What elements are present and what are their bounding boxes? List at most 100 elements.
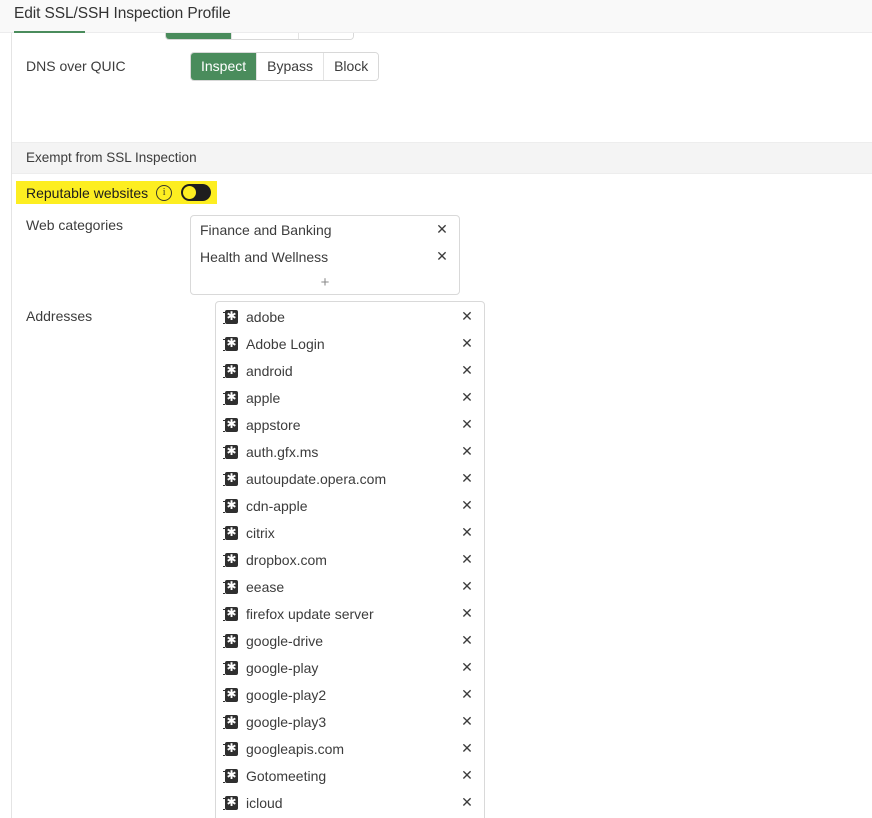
clipped-segmented-control[interactable]: Inspect Bypass Block	[165, 33, 355, 40]
close-icon[interactable]: ✕	[435, 250, 449, 264]
list-item[interactable]: ✱ android ✕	[216, 357, 484, 384]
address-book-icon: ✱	[223, 308, 238, 324]
list-item[interactable]: ✱ adobe ✕	[216, 303, 484, 330]
address-name: google-play3	[246, 713, 327, 730]
address-book-icon: ✱	[223, 605, 238, 621]
reputable-websites-label: Reputable websites	[26, 184, 149, 201]
web-category-name: Health and Wellness	[200, 248, 329, 265]
segmented-control[interactable]: Inspect Bypass Block	[165, 33, 355, 40]
list-item[interactable]: ✱ Adobe Login ✕	[216, 330, 484, 357]
address-name: google-play	[246, 659, 319, 676]
address-name: adobe	[246, 308, 285, 325]
addresses-box-wrap: ✱ adobe ✕ ✱ Adobe Login ✕ ✱ android ✕ ✱ apple ✕ ✱ app…	[215, 301, 485, 818]
list-item[interactable]: ✱ citrix ✕	[216, 519, 484, 546]
web-categories-box[interactable]: Finance and Banking ✕ Health and Wellnes…	[190, 215, 460, 295]
list-item[interactable]: ✱ Gotomeeting ✕	[216, 762, 484, 789]
row-dns-over-quic: DNS over QUIC Inspect Bypass Block	[0, 52, 872, 81]
address-book-icon: ✱	[223, 443, 238, 459]
address-name: google-play2	[246, 686, 327, 703]
list-item[interactable]: Finance and Banking ✕	[191, 216, 459, 243]
list-item[interactable]: ✱ google-play ✕	[216, 654, 484, 681]
close-icon[interactable]: ✕	[460, 553, 474, 567]
address-name: appstore	[246, 416, 301, 433]
close-icon[interactable]: ✕	[460, 310, 474, 324]
info-icon[interactable]: i	[156, 184, 173, 201]
dns-segment-inspect[interactable]: Inspect	[191, 53, 257, 80]
close-icon[interactable]: ✕	[460, 688, 474, 702]
reputable-websites-toggle[interactable]	[181, 184, 212, 201]
dns-segment-bypass[interactable]: Bypass	[256, 53, 324, 80]
toggle-knob	[183, 186, 197, 199]
address-name: cdn-apple	[246, 497, 308, 514]
close-icon[interactable]: ✕	[460, 472, 474, 486]
address-book-icon: ✱	[223, 713, 238, 729]
address-book-icon: ✱	[223, 524, 238, 540]
list-item[interactable]: ✱ icloud ✕	[216, 789, 484, 816]
add-web-category-button[interactable]: +	[191, 270, 459, 294]
close-icon[interactable]: ✕	[460, 607, 474, 621]
row-web-categories: Web categories Finance and Banking ✕ Hea…	[0, 215, 872, 295]
dns-over-quic-label: DNS over QUIC	[26, 58, 126, 74]
addresses-box[interactable]: ✱ adobe ✕ ✱ Adobe Login ✕ ✱ android ✕ ✱ apple ✕ ✱ app…	[215, 301, 485, 818]
address-name: eease	[246, 578, 285, 595]
close-icon[interactable]: ✕	[460, 634, 474, 648]
address-name: googleapis.com	[246, 740, 345, 757]
list-item[interactable]: ✱ appstore ✕	[216, 411, 484, 438]
list-item[interactable]: ✱ firefox update server ✕	[216, 600, 484, 627]
close-icon[interactable]: ✕	[460, 796, 474, 810]
address-book-icon: ✱	[223, 335, 238, 351]
list-item[interactable]: ✱ apple ✕	[216, 384, 484, 411]
address-book-icon: ✱	[223, 551, 238, 567]
address-book-icon: ✱	[223, 362, 238, 378]
page-header: Edit SSL/SSH Inspection Profile	[0, 0, 872, 33]
close-icon[interactable]: ✕	[460, 742, 474, 756]
close-icon[interactable]: ✕	[460, 769, 474, 783]
segment-inspect[interactable]: Inspect	[166, 33, 232, 39]
close-icon[interactable]: ✕	[460, 499, 474, 513]
address-book-icon: ✱	[223, 632, 238, 648]
list-item[interactable]: ✱ cdn-apple ✕	[216, 492, 484, 519]
segment-bypass[interactable]: Bypass	[231, 33, 299, 39]
segment-block[interactable]: Block	[298, 33, 354, 39]
list-item[interactable]: ✱ google-play2 ✕	[216, 681, 484, 708]
close-icon[interactable]: ✕	[460, 715, 474, 729]
close-icon[interactable]: ✕	[435, 223, 449, 237]
list-item[interactable]: ✱ eease ✕	[216, 573, 484, 600]
close-icon[interactable]: ✕	[460, 337, 474, 351]
list-item[interactable]: ✱ google-drive ✕	[216, 627, 484, 654]
list-item[interactable]: ✱ auth.gfx.ms ✕	[216, 438, 484, 465]
address-book-icon: ✱	[223, 659, 238, 675]
close-icon[interactable]: ✕	[460, 445, 474, 459]
close-icon[interactable]: ✕	[460, 526, 474, 540]
close-icon[interactable]: ✕	[460, 391, 474, 405]
address-book-icon: ✱	[223, 686, 238, 702]
address-name: icloud	[246, 794, 283, 811]
address-name: android	[246, 362, 293, 379]
section-header-label: Exempt from SSL Inspection	[26, 150, 197, 165]
address-name: Adobe Login	[246, 335, 325, 352]
addresses-label: Addresses	[26, 308, 93, 324]
address-name: Gotomeeting	[246, 767, 327, 784]
close-icon[interactable]: ✕	[460, 364, 474, 378]
address-name: apple	[246, 389, 281, 406]
form-area: Inspect Bypass Block DNS over QUIC Inspe…	[0, 33, 872, 818]
dns-segment-block[interactable]: Block	[323, 53, 379, 80]
address-book-icon: ✱	[223, 740, 238, 756]
list-item[interactable]: ✱ googleapis.com ✕	[216, 735, 484, 762]
address-book-icon: ✱	[223, 794, 238, 810]
section-header-exempt: Exempt from SSL Inspection	[12, 142, 872, 174]
list-item[interactable]: ✱ google-play3 ✕	[216, 708, 484, 735]
address-name: citrix	[246, 524, 275, 541]
address-book-icon: ✱	[223, 497, 238, 513]
address-book-icon: ✱	[223, 416, 238, 432]
list-item[interactable]: Health and Wellness ✕	[191, 243, 459, 270]
list-item[interactable]: ✱ dropbox.com ✕	[216, 546, 484, 573]
address-book-icon: ✱	[223, 767, 238, 783]
dns-over-quic-segmented-control[interactable]: Inspect Bypass Block	[190, 52, 380, 81]
address-book-icon: ✱	[223, 470, 238, 486]
close-icon[interactable]: ✕	[460, 580, 474, 594]
close-icon[interactable]: ✕	[460, 661, 474, 675]
list-item[interactable]: ✱ autoupdate.opera.com ✕	[216, 465, 484, 492]
close-icon[interactable]: ✕	[460, 418, 474, 432]
address-book-icon: ✱	[223, 578, 238, 594]
